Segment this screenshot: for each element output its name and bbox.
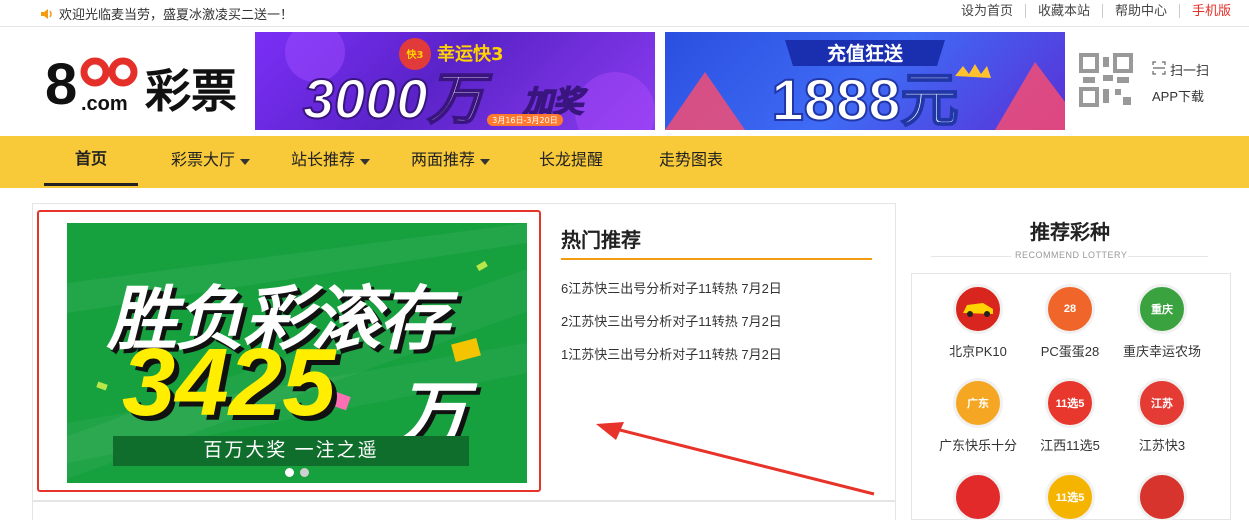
lottery-icon bbox=[1137, 472, 1187, 520]
nav-lottery-hall[interactable]: 彩票大厅 bbox=[171, 136, 251, 186]
k3-dates: 3月16日-3月20日 bbox=[492, 116, 557, 125]
help-center-link[interactable]: 帮助中心 bbox=[1103, 4, 1180, 18]
logo-name: 彩票 bbox=[145, 64, 237, 116]
scan-icon bbox=[1152, 61, 1166, 78]
nav-two-sides[interactable]: 两面推荐 bbox=[411, 136, 491, 186]
speaker-icon bbox=[40, 8, 54, 20]
welcome-message: 欢迎光临麦当劳，盛夏冰激凌买二送一！ bbox=[40, 4, 293, 23]
scan-label: 扫一扫 bbox=[1170, 63, 1210, 78]
nav-two-sides-label: 两面推荐 bbox=[411, 152, 476, 169]
lottery-name: PC蛋蛋28 bbox=[1040, 344, 1100, 359]
hot-divider bbox=[561, 258, 872, 260]
nav-admin-picks[interactable]: 站长推荐 bbox=[291, 136, 371, 186]
scan-link[interactable]: 扫一扫 bbox=[1152, 60, 1209, 79]
set-homepage-link[interactable]: 设为首页 bbox=[949, 4, 1026, 18]
race-car-icon bbox=[953, 284, 1003, 334]
nav-trend-charts[interactable]: 走势图表 bbox=[659, 136, 723, 186]
lottery-item-8[interactable]: 11选5 bbox=[1020, 472, 1120, 520]
k3-tag: 幸运快3 bbox=[437, 43, 504, 65]
lottery-jx-11x5[interactable]: 11选5 江西11选5 bbox=[1020, 378, 1120, 454]
hot-title: 热门推荐 bbox=[561, 230, 641, 252]
chevron-down-icon bbox=[480, 159, 491, 165]
logo-digit: 8 bbox=[45, 52, 77, 116]
hot-item[interactable]: 6江苏快三出号分析对子11转热 7月2日 bbox=[561, 272, 782, 305]
main-nav: 首页 彩票大厅 站长推荐 两面推荐 长龙提醒 走势图表 bbox=[0, 136, 1249, 188]
nav-home-label: 首页 bbox=[74, 150, 107, 168]
gd-happy-icon: 广东 bbox=[953, 378, 1003, 428]
nav-lottery-hall-label: 彩票大厅 bbox=[171, 152, 236, 169]
highlight-frame bbox=[37, 210, 541, 492]
k3-amount: 3000万 bbox=[303, 67, 493, 130]
lucky-k3-banner[interactable]: 快3 幸运快3 3000万 加奖 3月16日-3月20日 bbox=[255, 32, 655, 130]
nav-long-dragon[interactable]: 长龙提醒 bbox=[539, 136, 603, 186]
top-links: 设为首页 收藏本站 帮助中心 手机版 bbox=[949, 4, 1231, 18]
nav-home[interactable]: 首页 bbox=[44, 136, 138, 186]
logo-com: .com bbox=[81, 93, 128, 115]
chevron-down-icon bbox=[240, 159, 251, 165]
welcome-text: 欢迎光临麦当劳，盛夏冰激凌买二送一！ bbox=[59, 7, 294, 22]
nav-long-dragon-label: 长龙提醒 bbox=[539, 152, 604, 169]
nav-admin-picks-label: 站长推荐 bbox=[291, 152, 356, 169]
js-k3-icon: 江苏 bbox=[1137, 378, 1187, 428]
nav-trend-charts-label: 走势图表 bbox=[659, 152, 724, 169]
lottery-icon bbox=[953, 472, 1003, 520]
lottery-pcdd28[interactable]: 28 PC蛋蛋28 bbox=[1020, 284, 1120, 360]
qr-code-icon bbox=[1079, 53, 1133, 107]
recommend-title: 推荐彩种 bbox=[1030, 222, 1110, 244]
lottery-name: 重庆幸运农场 bbox=[1122, 344, 1201, 359]
recharge-banner[interactable]: 充值狂送 1888元 bbox=[665, 32, 1065, 130]
pc-egg-icon: 28 bbox=[1045, 284, 1095, 334]
lottery-icon: 11选5 bbox=[1045, 472, 1095, 520]
lottery-item-7[interactable] bbox=[928, 472, 1028, 520]
lottery-bjpk10[interactable]: 北京PK10 bbox=[928, 284, 1028, 360]
chevron-down-icon bbox=[360, 159, 371, 165]
lottery-name: 江西11选5 bbox=[1040, 438, 1100, 453]
farm-icon: 重庆 bbox=[1137, 284, 1187, 334]
top-bar: 欢迎光临麦当劳，盛夏冰激凌买二送一！ 设为首页 收藏本站 帮助中心 手机版 bbox=[0, 0, 1249, 27]
lottery-gd-happy10[interactable]: 广东 广东快乐十分 bbox=[928, 378, 1028, 454]
hot-list: 6江苏快三出号分析对子11转热 7月2日 2江苏快三出号分析对子11转热 7月2… bbox=[561, 272, 782, 371]
lottery-name: 广东快乐十分 bbox=[938, 438, 1017, 453]
k3-badge: 快3 bbox=[406, 48, 424, 61]
mobile-version-link[interactable]: 手机版 bbox=[1180, 4, 1231, 18]
recommend-subtitle: RECOMMEND LOTTERY bbox=[1015, 250, 1128, 260]
annotation-arrow-icon bbox=[596, 422, 875, 496]
bookmark-link[interactable]: 收藏本站 bbox=[1026, 4, 1103, 18]
lottery-js-k3[interactable]: 江苏 江苏快3 bbox=[1112, 378, 1212, 454]
lottery-cq-farm[interactable]: 重庆 重庆幸运农场 bbox=[1112, 284, 1212, 360]
app-download-link[interactable]: APP下载 bbox=[1152, 86, 1204, 105]
recommend-divider-right bbox=[1128, 256, 1208, 257]
site-logo[interactable]: 8 .com 彩票 bbox=[45, 52, 250, 118]
lottery-name: 江苏快3 bbox=[1138, 438, 1186, 453]
jx-11x5-icon: 11选5 bbox=[1045, 378, 1095, 428]
hot-item[interactable]: 2江苏快三出号分析对子11转热 7月2日 bbox=[561, 305, 782, 338]
recommend-divider-left bbox=[931, 256, 1011, 257]
hot-item[interactable]: 1江苏快三出号分析对子11转热 7月2日 bbox=[561, 338, 782, 371]
recharge-tag: 充值狂送 bbox=[827, 42, 904, 65]
lottery-name: 北京PK10 bbox=[949, 344, 1007, 359]
recharge-amount: 1888元 bbox=[771, 68, 958, 130]
lottery-item-9[interactable] bbox=[1112, 472, 1212, 520]
panel-footer bbox=[32, 501, 896, 520]
